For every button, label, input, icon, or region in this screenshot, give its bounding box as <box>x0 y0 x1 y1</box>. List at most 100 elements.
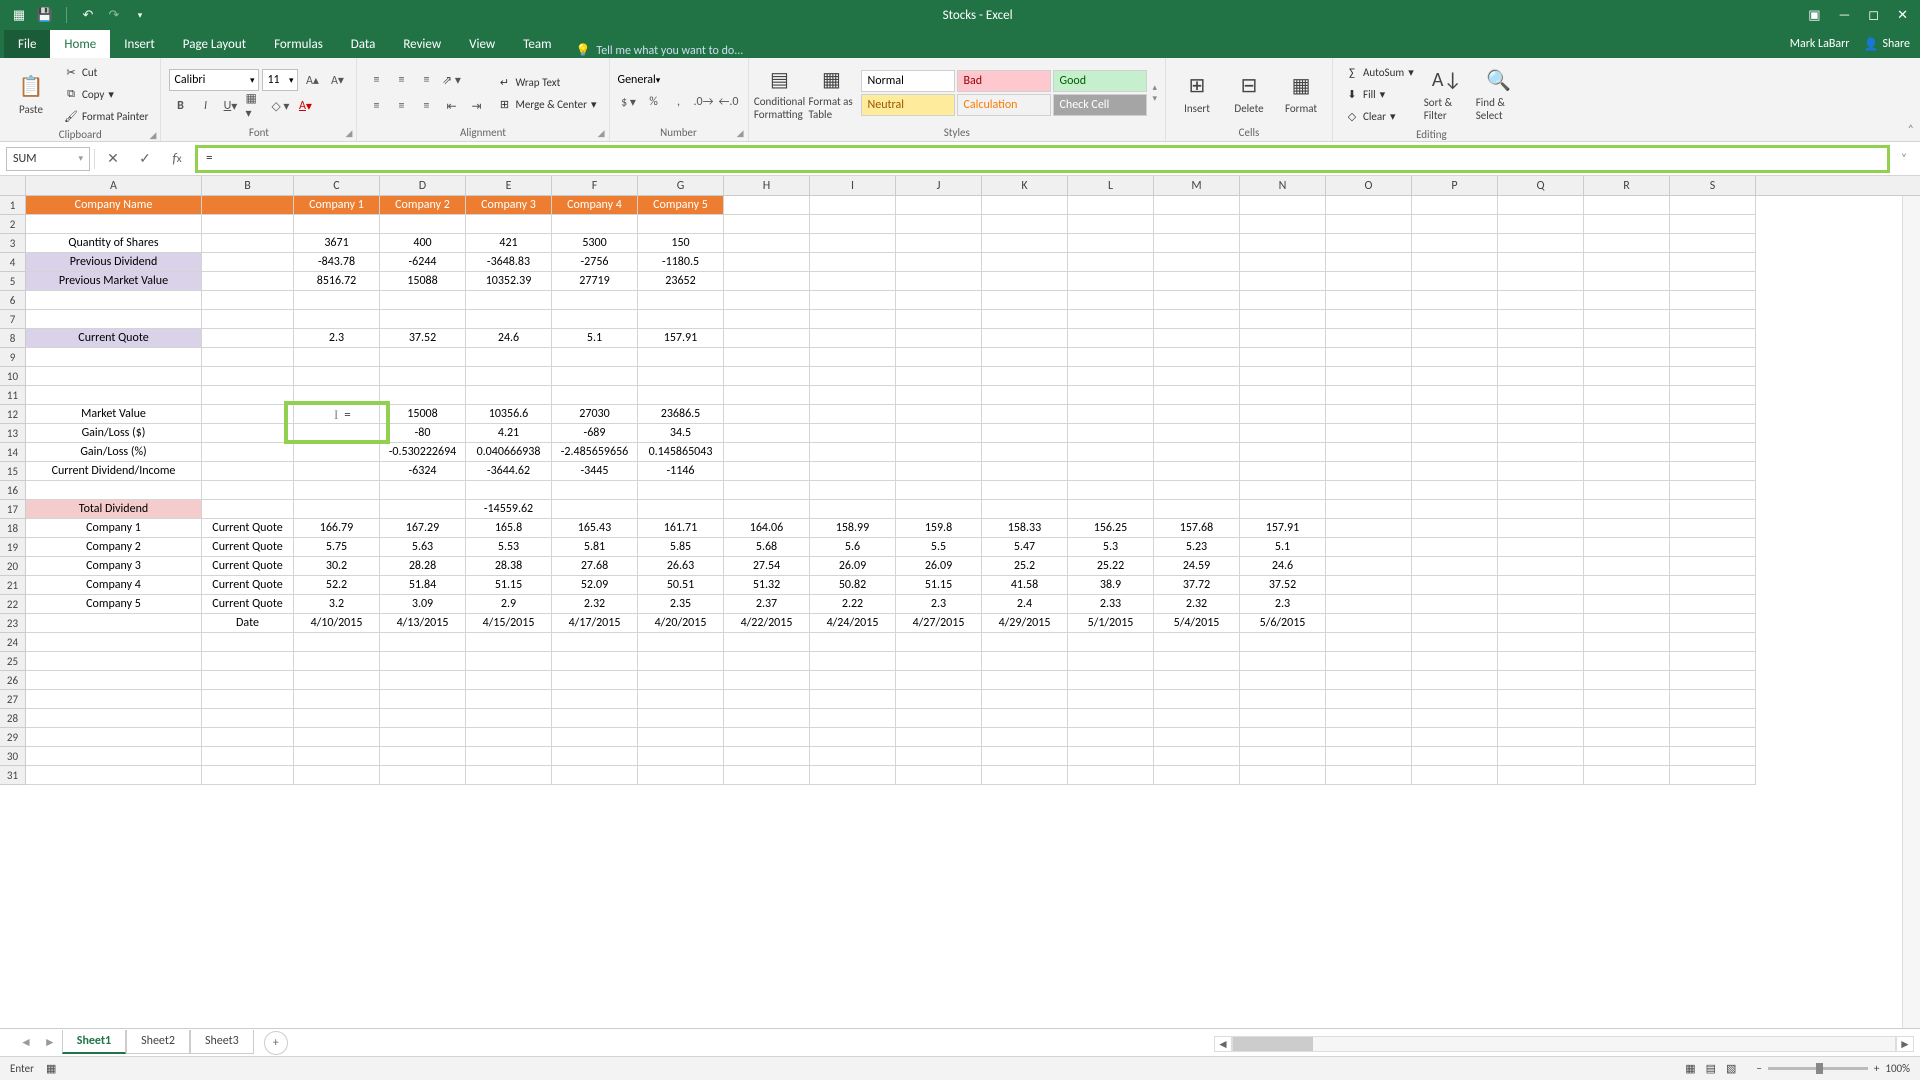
cell[interactable] <box>1326 652 1412 671</box>
cell[interactable] <box>982 310 1068 329</box>
cell[interactable] <box>1326 728 1412 747</box>
formula-input[interactable]: = <box>195 145 1890 173</box>
cell[interactable] <box>896 367 982 386</box>
cell[interactable]: -689 <box>552 424 638 443</box>
cell[interactable] <box>1068 462 1154 481</box>
cell[interactable] <box>1412 481 1498 500</box>
cell[interactable] <box>1326 386 1412 405</box>
cell[interactable] <box>1584 709 1670 728</box>
tab-formulas[interactable]: Formulas <box>260 30 337 58</box>
cell[interactable] <box>1326 633 1412 652</box>
cell[interactable] <box>1670 557 1756 576</box>
cell[interactable] <box>1068 766 1154 785</box>
cell[interactable] <box>810 633 896 652</box>
cut-button[interactable]: ✂Cut <box>60 62 152 82</box>
cell[interactable] <box>1326 329 1412 348</box>
cell[interactable]: 2.32 <box>1154 595 1240 614</box>
cell[interactable] <box>1498 671 1584 690</box>
cell[interactable] <box>552 481 638 500</box>
cell[interactable] <box>896 405 982 424</box>
cell[interactable] <box>202 253 294 272</box>
cell[interactable] <box>1584 747 1670 766</box>
cell[interactable] <box>26 481 202 500</box>
cell[interactable] <box>1068 386 1154 405</box>
scroll-left-icon[interactable]: ◄ <box>1214 1036 1232 1052</box>
cell[interactable] <box>466 766 552 785</box>
cell[interactable] <box>1326 234 1412 253</box>
cell[interactable] <box>1154 633 1240 652</box>
cell[interactable] <box>810 500 896 519</box>
horizontal-scrollbar[interactable]: ◄ ► <box>1214 1035 1914 1053</box>
cell[interactable]: Date <box>202 614 294 633</box>
row-header[interactable]: 3 <box>0 234 26 253</box>
cell[interactable]: 3671 <box>294 234 380 253</box>
cell[interactable] <box>202 386 294 405</box>
cell[interactable] <box>1584 291 1670 310</box>
cell[interactable] <box>1670 234 1756 253</box>
cell[interactable]: 5.85 <box>638 538 724 557</box>
row-header[interactable]: 23 <box>0 614 26 633</box>
cell[interactable] <box>552 633 638 652</box>
cell[interactable] <box>1068 405 1154 424</box>
cell[interactable] <box>1240 652 1326 671</box>
save-icon[interactable]: 💾 <box>36 6 54 24</box>
paste-button[interactable]: 📋Paste <box>8 73 54 116</box>
cell[interactable] <box>1326 481 1412 500</box>
cell[interactable] <box>982 348 1068 367</box>
font-size-select[interactable]: 11 ▾ <box>262 69 298 91</box>
cell[interactable] <box>638 690 724 709</box>
cell[interactable] <box>724 462 810 481</box>
cell[interactable] <box>1068 709 1154 728</box>
cell[interactable] <box>810 367 896 386</box>
cell[interactable] <box>1670 481 1756 500</box>
cell[interactable] <box>202 481 294 500</box>
cell[interactable] <box>26 367 202 386</box>
cell[interactable] <box>1068 234 1154 253</box>
cell[interactable] <box>1326 291 1412 310</box>
cell[interactable] <box>638 310 724 329</box>
cell[interactable]: 5.63 <box>380 538 466 557</box>
cell[interactable] <box>466 652 552 671</box>
cell[interactable]: Previous Dividend <box>26 253 202 272</box>
cell[interactable]: 30.2 <box>294 557 380 576</box>
cell[interactable] <box>982 253 1068 272</box>
cell[interactable] <box>202 690 294 709</box>
cell[interactable] <box>810 671 896 690</box>
cell[interactable] <box>1584 652 1670 671</box>
cell[interactable]: 4.21 <box>466 424 552 443</box>
expand-formula-bar-icon[interactable]: ˅ <box>1894 152 1914 166</box>
format-as-table-button[interactable]: ▦Format as Table <box>809 65 855 121</box>
cell[interactable] <box>1670 595 1756 614</box>
cell[interactable] <box>380 310 466 329</box>
row-header[interactable]: 15 <box>0 462 26 481</box>
cell[interactable]: 2.9 <box>466 595 552 614</box>
cell[interactable] <box>1412 424 1498 443</box>
cell[interactable] <box>1154 424 1240 443</box>
clear-button[interactable]: ◇Clear ▾ <box>1341 106 1418 126</box>
cell[interactable]: 5300 <box>552 234 638 253</box>
cell[interactable] <box>1670 424 1756 443</box>
cell[interactable] <box>1670 196 1756 215</box>
cell[interactable]: 2.33 <box>1068 595 1154 614</box>
cell[interactable] <box>1584 272 1670 291</box>
cell[interactable] <box>1412 348 1498 367</box>
cell[interactable] <box>1670 728 1756 747</box>
cell[interactable] <box>1412 443 1498 462</box>
cell[interactable]: 400 <box>380 234 466 253</box>
row-header[interactable]: 1 <box>0 196 26 215</box>
cell[interactable] <box>1068 500 1154 519</box>
cell[interactable] <box>1670 709 1756 728</box>
cell[interactable] <box>982 462 1068 481</box>
column-header[interactable]: F <box>552 176 638 195</box>
cell[interactable] <box>982 234 1068 253</box>
cell[interactable]: 28.28 <box>380 557 466 576</box>
cell[interactable] <box>1240 405 1326 424</box>
cell[interactable] <box>896 728 982 747</box>
cell[interactable] <box>380 215 466 234</box>
currency-icon[interactable]: $ ▾ <box>618 91 640 113</box>
cell[interactable]: 158.33 <box>982 519 1068 538</box>
style-good[interactable]: Good <box>1053 70 1147 92</box>
cell[interactable]: 27030 <box>552 405 638 424</box>
cell[interactable] <box>202 291 294 310</box>
cell[interactable] <box>896 348 982 367</box>
